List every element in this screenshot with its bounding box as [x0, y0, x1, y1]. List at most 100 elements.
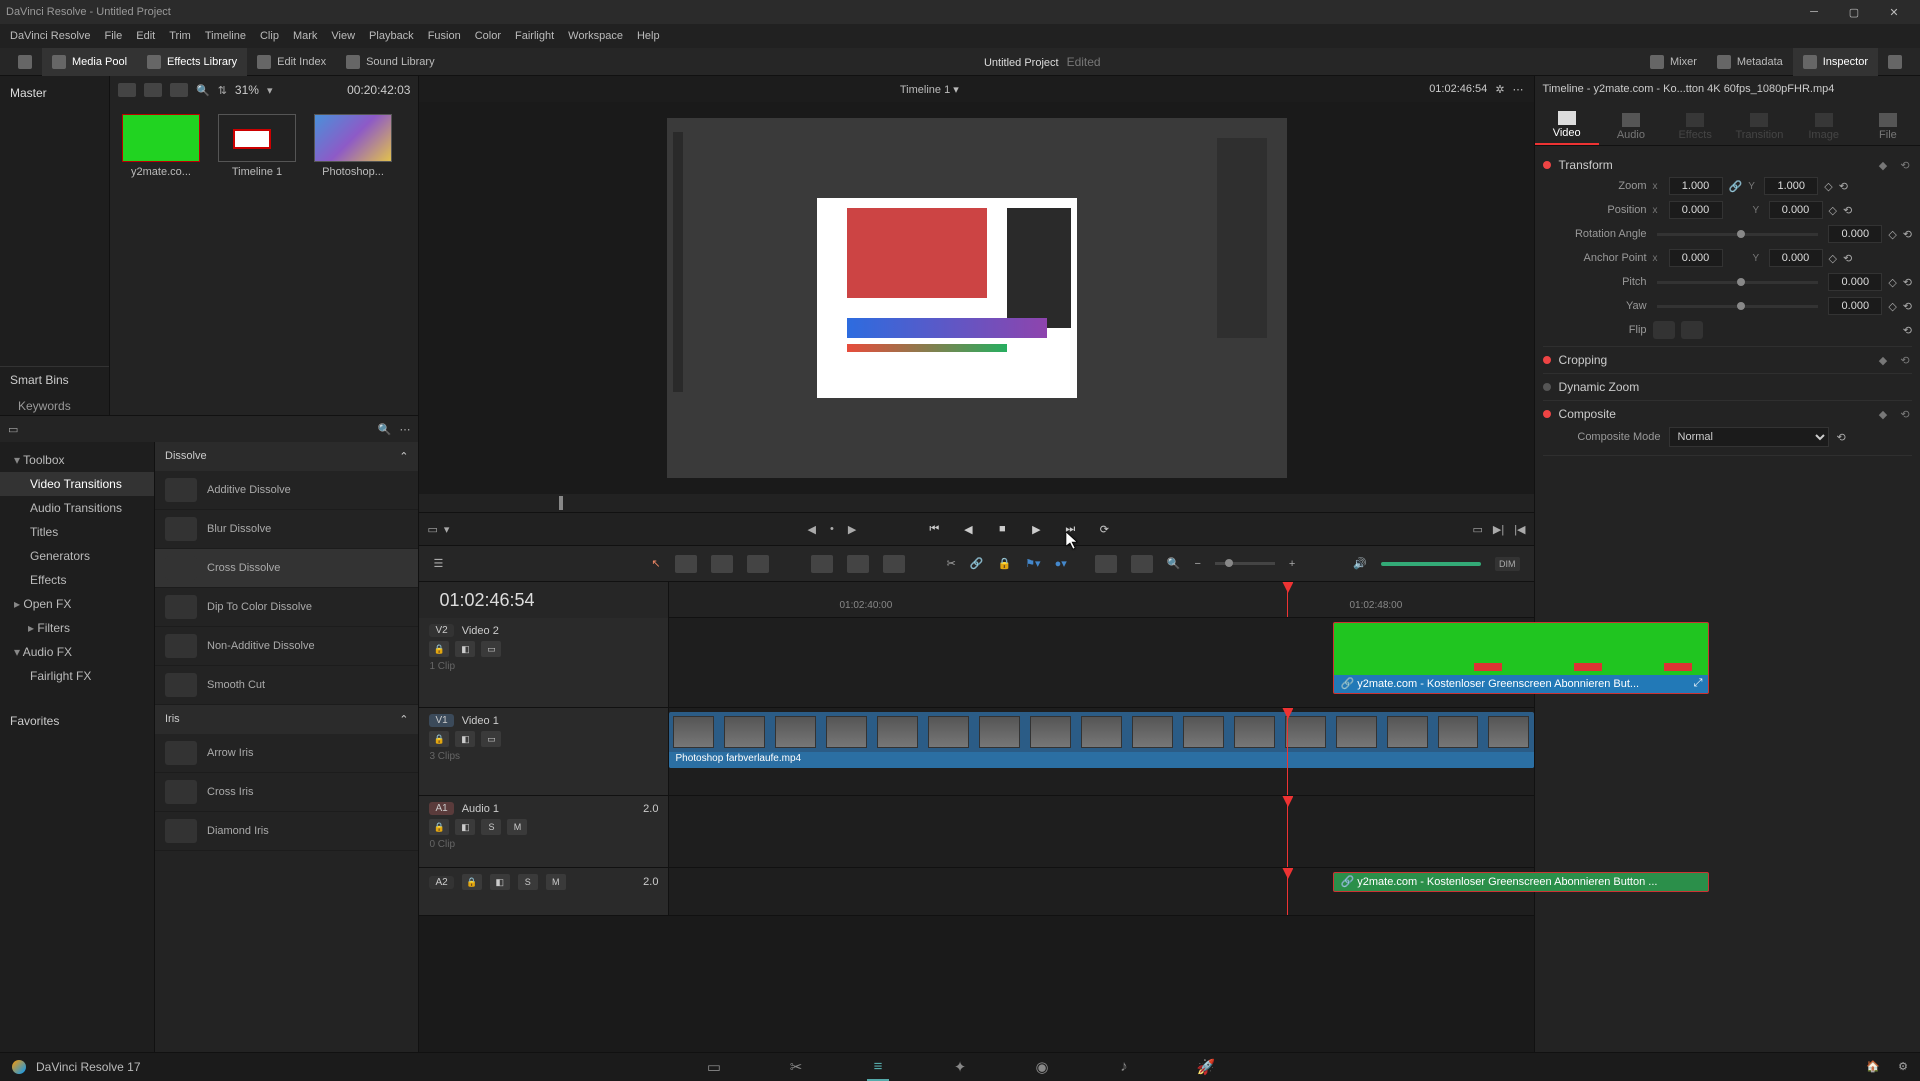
mute-button[interactable]: M — [507, 819, 527, 835]
yaw-slider[interactable] — [1657, 305, 1819, 308]
track-header-a1[interactable]: A1Audio 12.0 🔒◧SM 0 Clip — [419, 796, 669, 867]
stop-button[interactable]: ■ — [992, 519, 1012, 539]
fullscreen-toggle[interactable] — [8, 48, 42, 76]
mixer-toggle[interactable]: Mixer — [1640, 48, 1707, 76]
menu-item[interactable]: Fairlight — [515, 30, 554, 42]
maximize-button[interactable]: ▢ — [1834, 0, 1874, 24]
anchor-x-field[interactable] — [1669, 249, 1723, 267]
auto-select-icon[interactable]: ◧ — [490, 874, 510, 890]
tree-effects[interactable]: Effects — [0, 568, 154, 592]
lock-icon[interactable]: 🔒 — [429, 819, 449, 835]
tab-video[interactable]: Video — [1535, 107, 1599, 145]
track-header-v2[interactable]: V2Video 2 🔒◧▭ 1 Clip — [419, 618, 669, 707]
tree-openfx[interactable]: Open FX — [0, 592, 154, 616]
position-y-field[interactable] — [1769, 201, 1823, 219]
edit-index-toggle[interactable]: Edit Index — [247, 48, 336, 76]
auto-select-icon[interactable]: ◧ — [455, 731, 475, 747]
menu-item[interactable]: Playback — [369, 30, 414, 42]
flip-h-button[interactable] — [1653, 321, 1675, 339]
replace-clip-icon[interactable] — [883, 555, 905, 573]
match-frame-icon[interactable]: ▭ — [1472, 523, 1482, 536]
cropping-heading[interactable]: Cropping — [1559, 353, 1868, 367]
flag-icon[interactable]: ⚑▾ — [1025, 557, 1040, 570]
tab-file[interactable]: File — [1856, 109, 1920, 145]
inspector-toggle[interactable]: Inspector — [1793, 48, 1878, 76]
close-button[interactable]: ✕ — [1874, 0, 1914, 24]
fairlight-page-button[interactable]: ♪ — [1113, 1058, 1135, 1076]
lock-icon[interactable]: 🔒 — [429, 731, 449, 747]
trim-tool[interactable] — [675, 555, 697, 573]
viewer-opts-icon[interactable]: ✲ — [1495, 83, 1504, 96]
disable-video-icon[interactable]: ▭ — [481, 731, 501, 747]
zoom-fit-icon[interactable] — [1095, 555, 1117, 573]
fx-item[interactable]: Cross Iris — [155, 773, 418, 812]
mute-button[interactable]: M — [546, 874, 566, 890]
pitch-field[interactable] — [1828, 273, 1882, 291]
color-page-button[interactable]: ◉ — [1031, 1058, 1053, 1076]
media-clip[interactable]: Timeline 1 — [218, 114, 296, 178]
play-button[interactable]: ▶ — [1026, 519, 1046, 539]
tree-generators[interactable]: Generators — [0, 544, 154, 568]
disable-video-icon[interactable]: ▭ — [481, 641, 501, 657]
viewer-zoom[interactable]: 31% — [235, 83, 259, 97]
favorites-header[interactable]: Favorites — [0, 708, 154, 734]
cut-page-button[interactable]: ✂ — [785, 1058, 807, 1076]
track-header-v1[interactable]: V1Video 1 🔒◧▭ 3 Clips — [419, 708, 669, 795]
tab-image[interactable]: Image — [1792, 109, 1856, 145]
zoom-y-field[interactable] — [1764, 177, 1818, 195]
menu-item[interactable]: File — [105, 30, 123, 42]
yaw-field[interactable] — [1828, 297, 1882, 315]
sort-icon[interactable]: ⇅ — [218, 84, 227, 97]
tab-audio[interactable]: Audio — [1599, 109, 1663, 145]
media-clip[interactable]: y2mate.co... — [122, 114, 200, 178]
track-lane-v2[interactable]: 🔗 y2mate.com - Kostenloser Greenscreen A… — [669, 618, 1533, 707]
tree-fairlightfx[interactable]: Fairlight FX — [0, 664, 154, 688]
fx-layout-icon[interactable]: ▭ — [8, 423, 18, 436]
tree-audiofx[interactable]: Audio FX — [0, 640, 154, 664]
transform-overlay-icon[interactable]: ▭ — [427, 523, 437, 536]
clip-v1[interactable]: Photoshop farbverlaufe.mp4 — [669, 712, 1533, 768]
timeline-ruler[interactable]: 01:02:40:00 01:02:48:00 01:02:56:00 — [669, 582, 1533, 618]
fx-item[interactable]: Diamond Iris — [155, 812, 418, 851]
playhead[interactable] — [1287, 582, 1288, 617]
settings-button[interactable]: ⚙ — [1898, 1060, 1908, 1073]
loop-button[interactable]: ⟳ — [1094, 519, 1114, 539]
menu-item[interactable]: View — [331, 30, 355, 42]
tree-filters[interactable]: Filters — [0, 616, 154, 640]
next-mark-icon[interactable]: ▶ — [848, 523, 856, 536]
link-icon[interactable]: 🔗 — [970, 557, 984, 570]
media-clip[interactable]: Photoshop... — [314, 114, 392, 178]
out-icon[interactable]: ▶| — [1493, 523, 1504, 536]
menu-item[interactable]: Timeline — [205, 30, 246, 42]
dim-button[interactable]: DIM — [1495, 557, 1520, 571]
search-icon[interactable]: 🔍 — [378, 423, 392, 436]
fx-item[interactable]: Blur Dissolve — [155, 510, 418, 549]
dynamic-trim-tool[interactable] — [711, 555, 733, 573]
zoom-in-icon[interactable]: + — [1289, 558, 1295, 570]
rotation-field[interactable] — [1828, 225, 1882, 243]
flip-v-button[interactable] — [1681, 321, 1703, 339]
fx-item[interactable]: Cross Dissolve — [155, 549, 418, 588]
more-icon[interactable]: ⋯ — [399, 423, 410, 436]
program-viewer[interactable] — [419, 102, 1533, 494]
rotation-slider[interactable] — [1657, 233, 1819, 236]
in-icon[interactable]: |◀ — [1514, 523, 1525, 536]
track-lane-v1[interactable]: Photoshop farbverlaufe.mp4 — [669, 708, 1533, 795]
playhead[interactable] — [1287, 708, 1288, 795]
tree-titles[interactable]: Titles — [0, 520, 154, 544]
menu-item[interactable]: Help — [637, 30, 660, 42]
blade-tool[interactable] — [747, 555, 769, 573]
strip-view-icon[interactable] — [170, 83, 188, 97]
effects-library-toggle[interactable]: Effects Library — [137, 48, 247, 76]
track-lane-a1[interactable] — [669, 796, 1533, 867]
tree-audio-transitions[interactable]: Audio Transitions — [0, 496, 154, 520]
menu-item[interactable]: Color — [475, 30, 501, 42]
volume-icon[interactable]: 🔊 — [1353, 557, 1367, 570]
volume-slider[interactable] — [1381, 562, 1481, 566]
track-lane-a2[interactable]: 🔗 y2mate.com - Kostenloser Greenscreen A… — [669, 868, 1533, 915]
selection-tool[interactable]: ↖ — [651, 557, 660, 570]
thumb-view-icon[interactable] — [144, 83, 162, 97]
menu-item[interactable]: DaVinci Resolve — [10, 30, 91, 42]
menu-item[interactable]: Trim — [169, 30, 191, 42]
timeline-name-dropdown[interactable]: Timeline 1 ▾ — [900, 84, 959, 96]
